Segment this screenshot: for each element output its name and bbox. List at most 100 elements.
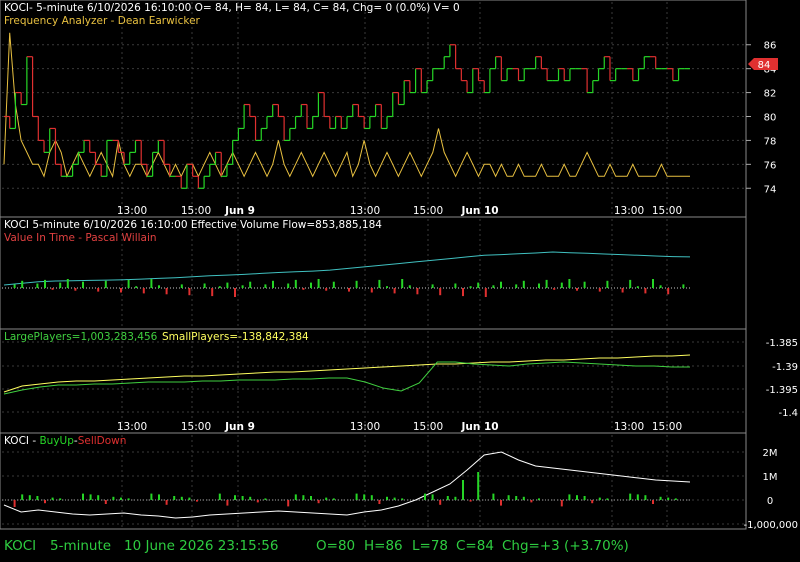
volume-bar xyxy=(104,280,107,288)
buyup-bar xyxy=(500,500,502,506)
buyup-bar xyxy=(112,496,115,500)
buyup-y-tick-label: 1M xyxy=(763,472,778,483)
status-open: O=80 xyxy=(316,538,356,554)
selldown-label: SellDown xyxy=(78,435,127,447)
volume-bar xyxy=(226,282,229,288)
volume-bar xyxy=(431,284,434,288)
volume-bar xyxy=(355,280,358,288)
buyup-bar xyxy=(173,496,176,500)
price-header: KOCI- 5-minute 6/10/2026 16:10:00 O= 84,… xyxy=(4,2,460,14)
buyup-bar xyxy=(97,495,100,500)
volume-bar xyxy=(401,279,404,288)
volume-header: KOCI 5-minute 6/10/2026 16:10:00 Effecti… xyxy=(4,219,382,231)
x-tick-label: 15:00 xyxy=(652,205,682,217)
buyup-bar xyxy=(598,497,601,500)
large-players-path xyxy=(3,354,691,393)
x-tick-label: Jun 9 xyxy=(224,421,255,433)
volume-bar xyxy=(652,279,654,288)
volume-bar xyxy=(13,284,16,288)
volume-bar xyxy=(598,288,601,292)
status-change: Chg=+3 (+3.70%) xyxy=(502,538,629,554)
price-y-tick-label: 82 xyxy=(764,89,777,100)
volume-bar xyxy=(150,279,153,288)
buyup-header: KOCI - BuyUp-SellDown xyxy=(4,435,126,447)
buyup-bar xyxy=(256,500,259,503)
buyup-bar xyxy=(454,496,457,500)
grid-lines xyxy=(2,2,744,527)
buyup-cumulative-path xyxy=(3,451,691,519)
volume-bar xyxy=(127,279,130,288)
volume-bar xyxy=(568,279,571,288)
large-players-label: LargePlayers=1,003,283,456 xyxy=(4,331,158,343)
buyup-bar xyxy=(363,494,366,500)
volume-bar xyxy=(682,284,685,288)
buyup-bar xyxy=(439,500,442,505)
volume-bar xyxy=(249,281,252,288)
buyup-bar xyxy=(234,495,236,500)
price-y-tick-label: 86 xyxy=(764,41,777,52)
buyup-bar xyxy=(355,493,358,500)
price-y-tick-label: 80 xyxy=(764,113,777,124)
volume-bar xyxy=(120,288,122,293)
buyup-bar xyxy=(446,496,449,500)
buyup-bar xyxy=(576,495,578,500)
buyup-bar xyxy=(165,500,168,505)
x-tick-label: 13:00 xyxy=(117,205,147,217)
volume-bar xyxy=(317,279,320,288)
trading-chart[interactable]: 86 84 82 80 78 76 74 13:00 15:00 Jun 9 13:00 15:00 J… xyxy=(0,0,800,562)
volume-bar xyxy=(553,288,556,290)
buyup-bar xyxy=(36,496,39,500)
buyup-bar xyxy=(560,500,563,507)
buyup-bar xyxy=(507,495,510,500)
buyup-prefix: KOCI - xyxy=(4,435,39,447)
buyup-bar xyxy=(629,493,632,500)
volume-bar xyxy=(416,288,419,295)
volume-bar xyxy=(97,288,100,292)
buyup-bar xyxy=(294,494,297,500)
buyup-bar xyxy=(644,495,647,500)
value-in-time-label: Value In Time - Pascal Willain xyxy=(4,232,157,244)
last-price-label: 84 xyxy=(758,60,771,71)
volume-bar xyxy=(180,284,183,288)
buyup-bar xyxy=(568,494,571,500)
buyup-bar xyxy=(44,500,46,504)
volume-bar xyxy=(408,285,411,288)
status-close: C=84 xyxy=(456,538,494,554)
volume-bar xyxy=(287,283,290,288)
players-y-tick-label: -1.385 xyxy=(766,338,798,349)
x-tick-label: 13:00 xyxy=(350,421,380,433)
buyup-bar xyxy=(325,497,328,500)
volume-bar xyxy=(439,288,442,296)
volume-bar xyxy=(484,288,487,297)
buyup-bar xyxy=(150,493,153,500)
volume-bar xyxy=(629,279,632,288)
status-low: L=78 xyxy=(412,538,449,554)
volume-bar xyxy=(59,282,62,288)
x-tick-label: 15:00 xyxy=(413,421,443,433)
volume-bar xyxy=(370,288,373,293)
axis-ticks: 86 84 82 80 78 76 74 13:00 15:00 Jun 9 13:00 15:00 J… xyxy=(117,41,798,531)
volume-bar xyxy=(621,288,624,293)
x-tick-label: 13:00 xyxy=(614,205,644,217)
x-tick-label: Jun 10 xyxy=(460,205,498,217)
buyup-bar xyxy=(583,496,586,500)
volume-bar xyxy=(469,286,472,288)
volume-bar xyxy=(393,288,396,294)
status-symbol: KOCI xyxy=(4,538,37,554)
status-high: H=86 xyxy=(364,538,403,554)
volume-bar xyxy=(51,288,54,290)
buyup-bar xyxy=(127,498,130,500)
volume-bar xyxy=(560,282,563,288)
volume-bar xyxy=(659,285,662,288)
volume-bar xyxy=(158,285,160,288)
volume-bar xyxy=(234,288,236,297)
buyup-bar xyxy=(264,498,267,500)
effective-volume-flow xyxy=(2,251,691,297)
volume-bar xyxy=(332,281,335,288)
volume-bar xyxy=(211,288,214,297)
buyup-bar xyxy=(431,494,434,500)
small-players-label: SmallPlayers=-138,842,384 xyxy=(162,331,309,343)
volume-bar xyxy=(310,282,312,288)
volume-bar xyxy=(636,286,639,288)
buyup-bar xyxy=(370,495,373,500)
